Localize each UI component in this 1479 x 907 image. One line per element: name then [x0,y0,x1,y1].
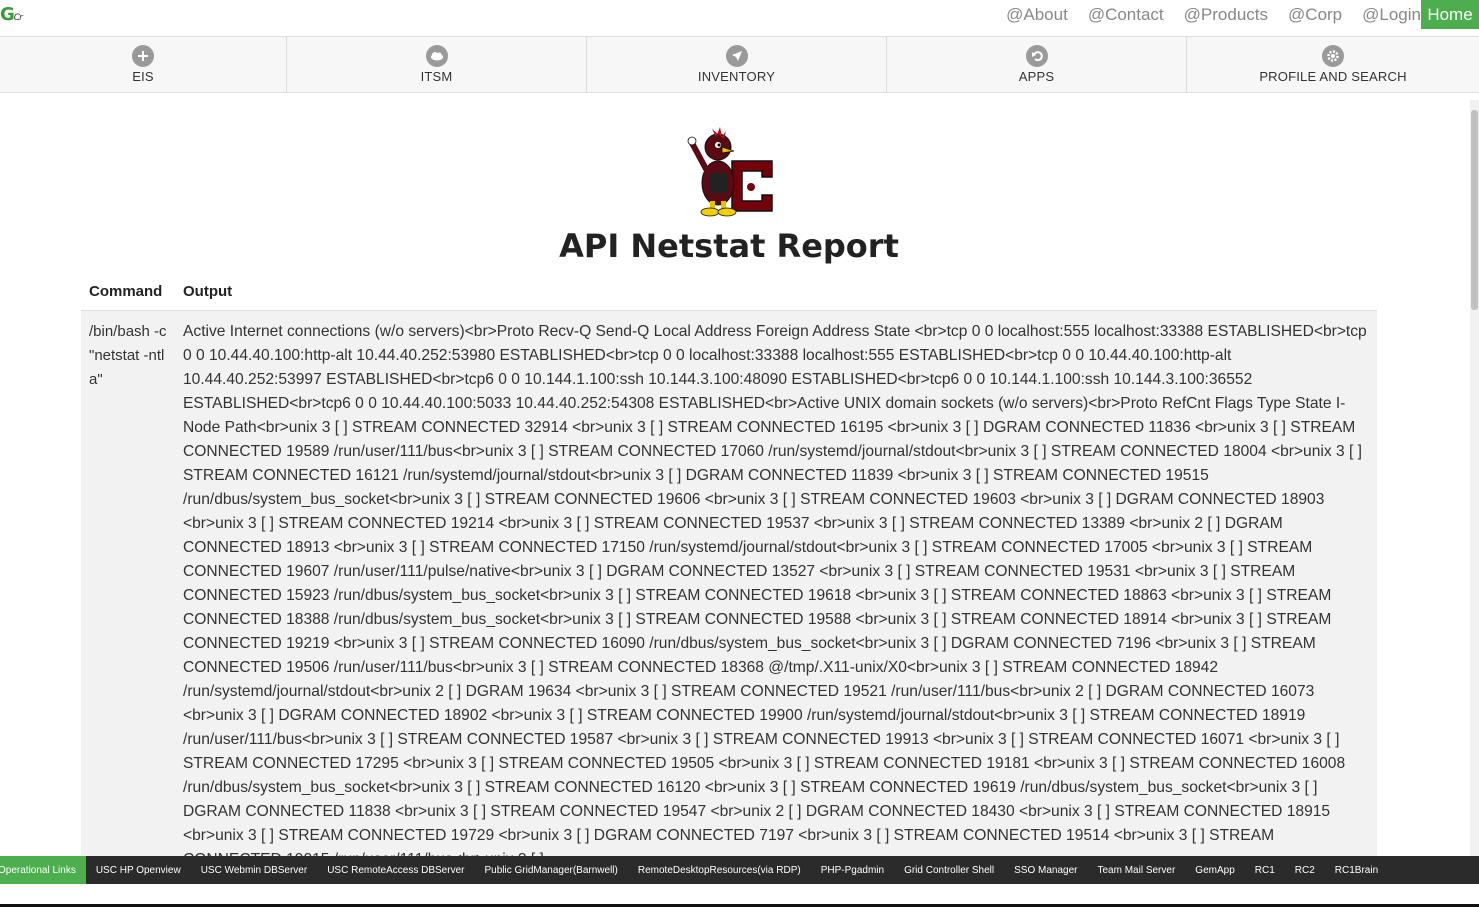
column-header-output: Output [183,283,233,300]
table-header: Command Output [81,273,1377,311]
footer-link-public-gridmanager[interactable]: Public GridManager(Barnwell) [484,865,617,876]
main-content: API Netstat Report Command Output /bin/b… [0,93,1470,856]
footer-link-sso-manager[interactable]: SSO Manager [1014,865,1077,876]
cloud-icon [425,45,448,67]
footer-link-rc1brain[interactable]: RC1Brain [1335,865,1378,876]
gear-icon [1322,45,1344,67]
output-cell: Active Internet connections (w/o servers… [183,323,1367,856]
link-about[interactable]: @About [1006,5,1068,25]
nav-label: EIS [132,69,154,84]
gamecock-mascot-logo [687,127,773,217]
footer-link-usc-hp-openview[interactable]: USC HP Openview [96,865,181,876]
nav-label: ITSM [420,69,453,84]
netstat-table: Command Output /bin/bash -c "netstat -nt… [81,273,1377,856]
footer-link-rc2[interactable]: RC2 [1295,865,1315,876]
footer-operational-links[interactable]: Operational Links [0,856,86,884]
link-corp[interactable]: @Corp [1288,5,1342,25]
main-nav: EIS ITSM INVENTORY APPS PROFILE AND SEAR… [0,36,1479,93]
nav-item-profile-and-search[interactable]: PROFILE AND SEARCH [1187,37,1479,92]
footer-links-bar: Operational Links USC HP Openview USC We… [0,856,1479,884]
nav-item-eis[interactable]: EIS [0,37,287,92]
page-title: API Netstat Report [559,227,899,265]
nav-label: INVENTORY [697,69,776,84]
footer-link-remote-desktop-resources[interactable]: RemoteDesktopResources(via RDP) [638,865,801,876]
footer-link-grid-controller-shell[interactable]: Grid Controller Shell [904,865,994,876]
top-bar: GCr @About @Contact @Products @Corp @Log… [0,0,1479,30]
paper-plane-icon [725,45,748,67]
nav-label: APPS [1018,69,1055,84]
link-contact[interactable]: @Contact [1088,5,1164,25]
top-links: @About @Contact @Products @Corp @Login [986,0,1421,30]
footer-link-php-pgadmin[interactable]: PHP-Pgadmin [821,865,884,876]
footer-link-rc1[interactable]: RC1 [1255,865,1275,876]
nav-item-apps[interactable]: APPS [887,37,1187,92]
undo-icon [1025,45,1048,67]
brand-logo[interactable]: GCr [0,4,23,25]
nav-item-itsm[interactable]: ITSM [287,37,587,92]
footer-link-team-mail-server[interactable]: Team Mail Server [1097,865,1175,876]
link-products[interactable]: @Products [1184,5,1268,25]
vertical-scrollbar[interactable] [1470,100,1479,856]
footer-link-usc-webmin-dbserver[interactable]: USC Webmin DBServer [201,865,308,876]
footer-link-usc-remoteaccess-dbserver[interactable]: USC RemoteAccess DBServer [327,865,464,876]
command-cell: /bin/bash -c "netstat -ntla" [89,323,167,388]
plus-circle-icon [132,45,154,67]
nav-label: PROFILE AND SEARCH [1259,69,1407,84]
link-login[interactable]: @Login [1362,5,1421,25]
nav-item-inventory[interactable]: INVENTORY [587,37,887,92]
table-row: /bin/bash -c "netstat -ntla" Active Inte… [81,311,1377,856]
home-button[interactable]: Home [1421,0,1479,29]
footer-link-gemapp[interactable]: GemApp [1195,865,1234,876]
column-header-command: Command [89,283,163,300]
scrollbar-thumb[interactable] [1471,110,1478,310]
